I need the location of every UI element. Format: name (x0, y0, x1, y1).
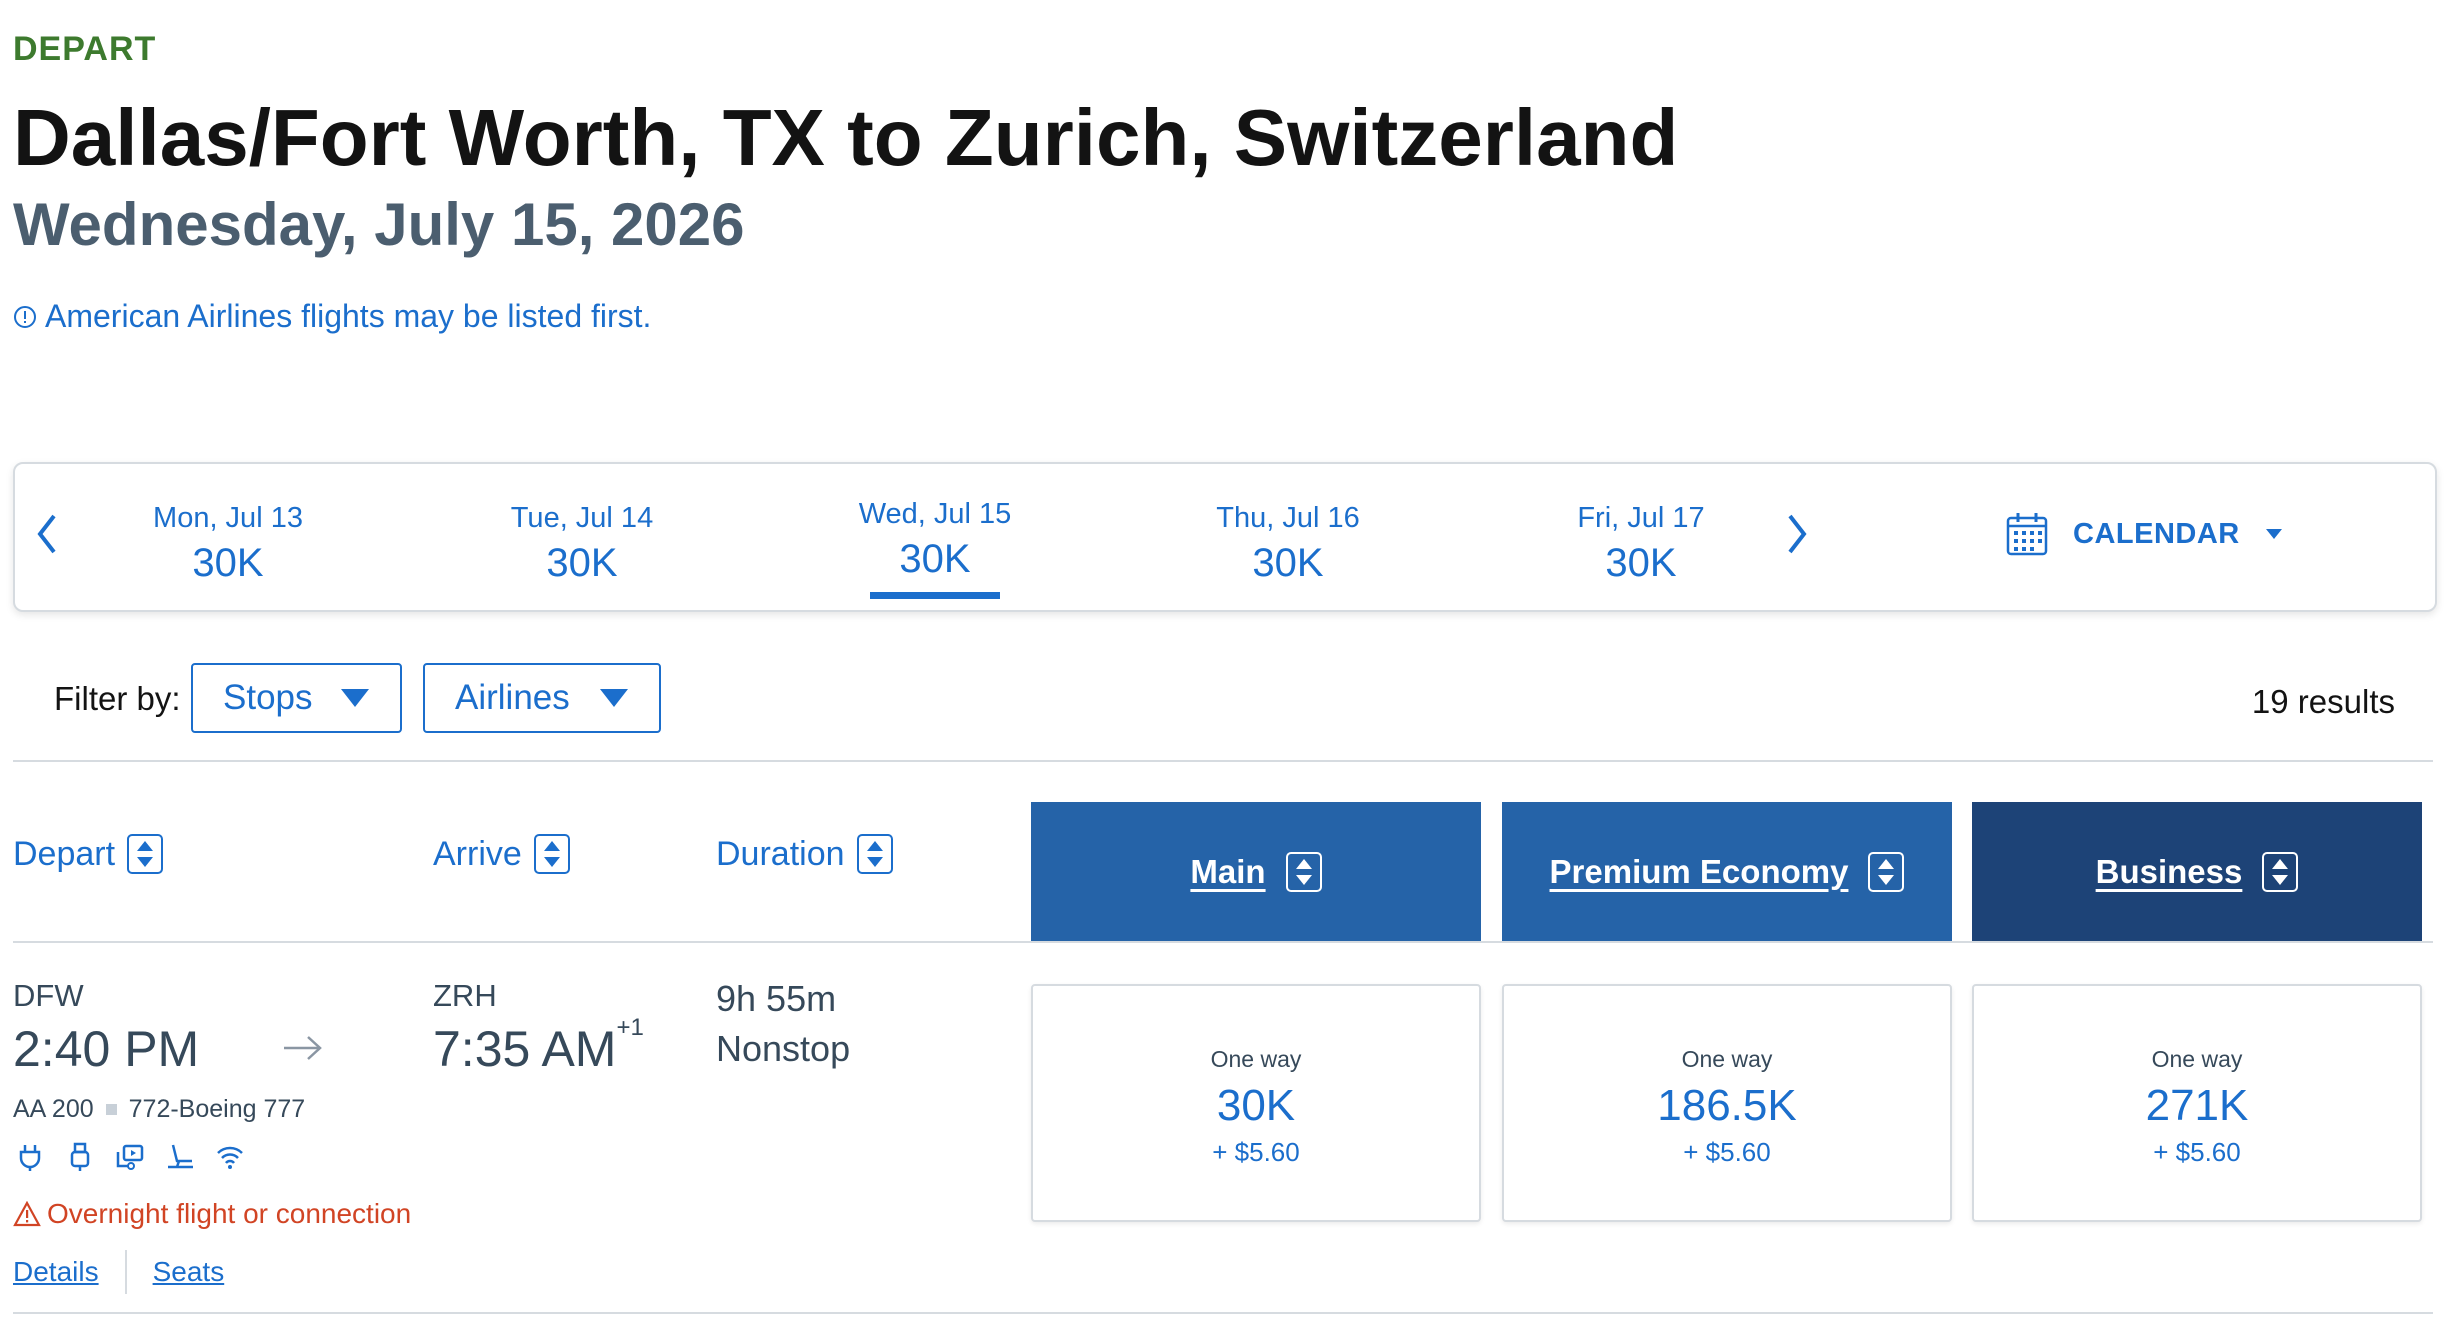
stops-filter-dropdown[interactable]: Stops (191, 663, 402, 733)
lie-flat-seat-icon (168, 1144, 193, 1169)
results-count: 19 results (2251, 683, 2395, 720)
listing-notice: American Airlines flights may be listed … (13, 298, 651, 335)
destination-code: ZRH (433, 978, 497, 1013)
depart-time: 2:40 PM (13, 1021, 200, 1077)
cabin-label: Premium Economy (1549, 853, 1849, 890)
power-outlet-icon (19, 1145, 41, 1171)
warning-icon (13, 1201, 41, 1227)
fare-type: One way (1210, 1046, 1302, 1072)
flight-number: AA 200 (13, 1095, 94, 1123)
fare-type: One way (2151, 1046, 2243, 1072)
arrive-time-value: 7:35 AM (433, 1021, 617, 1077)
notice-text: American Airlines flights may be listed … (45, 298, 652, 334)
calendar-label: CALENDAR (2073, 517, 2240, 550)
date-price: 30K (899, 537, 971, 581)
caret-down-icon (2265, 529, 2282, 539)
sort-icon (2262, 852, 2299, 892)
cabin-header-business[interactable]: Business (1972, 802, 2422, 942)
arrow-right-icon (284, 1036, 322, 1060)
caret-down-icon (341, 689, 369, 707)
sort-icon (1868, 852, 1905, 892)
calendar-icon (2006, 513, 2048, 556)
link-separator (124, 1250, 127, 1294)
date-price: 30K (1252, 541, 1324, 585)
date-tab-mon-jul-13[interactable]: Mon, Jul 13 30K (98, 502, 358, 586)
date-tab-tue-jul-14[interactable]: Tue, Jul 14 30K (452, 502, 712, 586)
warning-text: Overnight flight or connection (47, 1198, 412, 1229)
stops-info: Nonstop (716, 1028, 851, 1069)
fare-option-business[interactable]: One way 271K + $5.60 (1972, 984, 2422, 1222)
day-offset: +1 (616, 1014, 644, 1041)
amenities (15, 1142, 245, 1172)
entertainment-icon (116, 1144, 144, 1170)
info-icon (14, 305, 36, 328)
details-link[interactable]: Details (13, 1256, 99, 1288)
fare-tax: + $5.60 (1683, 1137, 1771, 1167)
sort-icon (533, 834, 570, 874)
date-tab-thu-jul-16[interactable]: Thu, Jul 16 30K (1158, 502, 1418, 586)
duration-column-label: Duration (716, 834, 845, 873)
sort-by-duration[interactable]: Duration (716, 834, 893, 874)
usb-icon (70, 1142, 90, 1171)
fare-type: One way (1681, 1046, 1773, 1072)
selected-date-indicator (870, 592, 1000, 599)
fare-option-premium-economy[interactable]: One way 186.5K + $5.60 (1502, 984, 1952, 1222)
flight-links: Details Seats (13, 1250, 224, 1294)
direction-label: DEPART (13, 30, 157, 68)
date-label: Mon, Jul 13 (153, 502, 303, 534)
date-label: Tue, Jul 14 (510, 502, 654, 534)
date-tab-wed-jul-15[interactable]: Wed, Jul 15 30K (805, 498, 1065, 599)
separator (105, 1104, 117, 1115)
origin-code: DFW (13, 978, 84, 1013)
divider (13, 760, 2433, 762)
calendar-button[interactable]: CALENDAR (2005, 510, 2284, 558)
arrive-time: 7:35 AM+1 (433, 1014, 644, 1078)
next-dates-button[interactable] (1777, 504, 1817, 564)
chevron-left-icon (37, 514, 56, 554)
fare-miles: 271K (2145, 1081, 2249, 1130)
caret-down-icon (600, 689, 628, 707)
flight-duration: 9h 55m (716, 978, 837, 1019)
page-title: Dallas/Fort Worth, TX to Zurich, Switzer… (13, 93, 1679, 182)
cabin-header-main[interactable]: Main (1031, 802, 1481, 942)
filter-label: Filter by: (54, 680, 181, 717)
cabin-label: Business (2095, 853, 2243, 890)
flight-details-line: AA 200 772-Boeing 777 (13, 1095, 305, 1124)
fare-tax: + $5.60 (2153, 1137, 2241, 1167)
airlines-filter-label: Airlines (455, 678, 570, 717)
wifi-icon (217, 1146, 243, 1169)
date-price: 30K (1605, 541, 1677, 585)
travel-date: Wednesday, July 15, 2026 (13, 191, 745, 258)
depart-column-label: Depart (13, 834, 116, 873)
sort-icon (127, 834, 164, 874)
previous-dates-button[interactable] (27, 504, 67, 564)
divider (13, 941, 2433, 943)
sort-by-depart[interactable]: Depart (13, 834, 164, 874)
overnight-warning: Overnight flight or connection (13, 1198, 411, 1230)
fare-option-main[interactable]: One way 30K + $5.60 (1031, 984, 1481, 1222)
date-label: Thu, Jul 16 (1216, 502, 1360, 534)
seats-link[interactable]: Seats (153, 1256, 225, 1288)
cabin-label: Main (1190, 853, 1266, 890)
sort-by-arrive[interactable]: Arrive (433, 834, 570, 874)
fare-miles: 30K (1216, 1081, 1296, 1130)
airlines-filter-dropdown[interactable]: Airlines (423, 663, 661, 733)
date-price: 30K (192, 541, 264, 585)
sort-icon (1285, 852, 1322, 892)
arrive-column-label: Arrive (433, 834, 522, 873)
date-label: Fri, Jul 17 (1577, 502, 1705, 534)
date-price: 30K (546, 541, 618, 585)
fare-tax: + $5.60 (1212, 1137, 1300, 1167)
chevron-right-icon (1788, 514, 1807, 554)
divider (13, 1312, 2433, 1314)
sort-icon (856, 834, 893, 874)
date-tab-fri-jul-17[interactable]: Fri, Jul 17 30K (1511, 502, 1771, 586)
date-label: Wed, Jul 15 (858, 498, 1012, 530)
fare-miles: 186.5K (1657, 1081, 1797, 1130)
date-carousel: Mon, Jul 13 30K Tue, Jul 14 30K Wed, Jul… (13, 462, 2437, 612)
cabin-header-premium-economy[interactable]: Premium Economy (1502, 802, 1952, 942)
stops-filter-label: Stops (223, 678, 313, 717)
aircraft-type: 772-Boeing 777 (128, 1095, 306, 1123)
